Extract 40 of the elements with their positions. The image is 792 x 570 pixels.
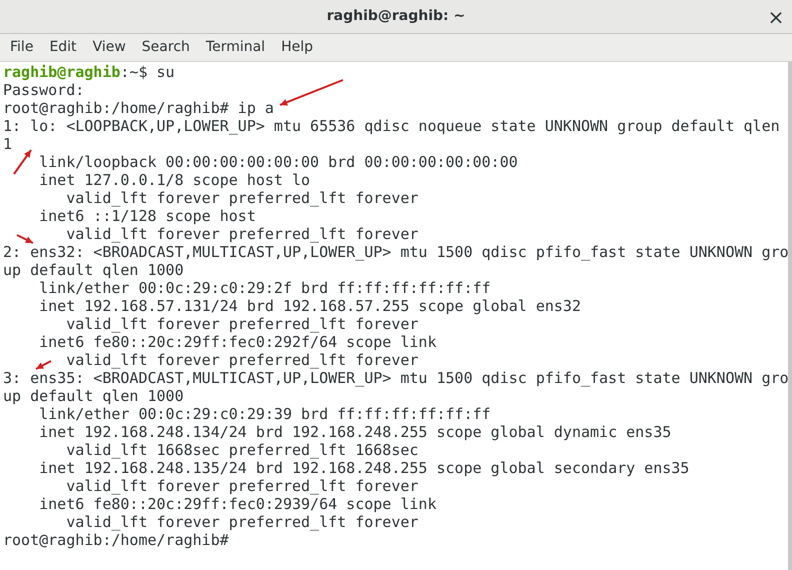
terminal-line: inet6 fe80::20c:29ff:fec0:2939/64 scope link [39, 495, 436, 513]
terminal-line: up default qlen 1000 [3, 261, 184, 279]
terminal-line: 1: lo: <LOOPBACK,UP,LOWER_UP> mtu 65536 qdisc noqueue state UNKNOWN group default qlen [3, 117, 780, 135]
terminal-line: root@raghib:/home/raghib# [3, 531, 229, 549]
arrow-annotation [34, 359, 53, 371]
terminal-line: inet6 ::1/128 scope host [39, 207, 256, 225]
window-title: raghib@raghib: ~ [326, 7, 466, 26]
terminal-line: root@raghib:/home/raghib# ip a [3, 99, 274, 117]
close-button[interactable]: × [766, 7, 786, 27]
terminal-line: inet 192.168.57.131/24 brd 192.168.57.255 scope global ens32 [39, 297, 581, 315]
arrow-annotation [15, 233, 35, 245]
terminal-line: inet 192.168.248.135/24 brd 192.168.248.255 scope global secondary ens35 [39, 459, 690, 477]
terminal-line: valid_lft forever preferred_lft forever [66, 477, 418, 495]
terminal-line: link/ether 00:0c:29:c0:29:39 brd ff:ff:ff:ff:ff:ff [39, 405, 491, 423]
terminal-line: inet6 fe80::20c:29ff:fec0:292f/64 scope link [39, 333, 436, 351]
menu-item[interactable]: Edit [41, 36, 85, 60]
terminal-line: inet 127.0.0.1/8 scope host lo [39, 171, 310, 189]
terminal-line: Password: [3, 81, 84, 99]
arrow-annotation [12, 148, 33, 176]
menu-item[interactable]: View [84, 36, 134, 60]
terminal-line: :~$ su [120, 63, 175, 81]
terminal-line: valid_lft forever preferred_lft forever [66, 351, 418, 369]
terminal-line: valid_lft forever preferred_lft forever [66, 315, 418, 333]
terminal-line: 3: ens35: <BROADCAST,MULTICAST,UP,LOWER_UP> mtu 1500 qdisc pfifo_fast state UNKNOWN gro [3, 369, 789, 387]
terminal-line: valid_lft 1668sec preferred_lft 1668sec [66, 441, 418, 459]
menu-item[interactable]: Search [134, 36, 198, 60]
menu-item[interactable]: Terminal [198, 36, 274, 60]
terminal-line: link/loopback 00:00:00:00:00:00 brd 00:00:00:00:00:00 [39, 153, 518, 171]
terminal-line: 2: ens32: <BROADCAST,MULTICAST,UP,LOWER_UP> mtu 1500 qdisc pfifo_fast state UNKNOWN gro [3, 243, 789, 261]
arrow-annotation [278, 78, 345, 108]
terminal-line: valid_lft forever preferred_lft forever [66, 513, 418, 531]
terminal-line: link/ether 00:0c:29:c0:29:2f brd ff:ff:ff:ff:ff:ff [39, 279, 491, 297]
menu-item[interactable]: File [2, 36, 42, 60]
terminal-line: valid_lft forever preferred_lft forever [66, 189, 418, 207]
prompt-user-host: raghib@raghib [3, 63, 120, 81]
terminal-line: 1 [3, 135, 12, 153]
terminal-line: up default qlen 1000 [3, 387, 184, 405]
menu-item[interactable]: Help [273, 36, 321, 60]
terminal-line: inet 192.168.248.134/24 brd 192.168.248.255 scope global dynamic ens35 [39, 423, 672, 441]
terminal-line: valid_lft forever preferred_lft forever [66, 225, 418, 243]
